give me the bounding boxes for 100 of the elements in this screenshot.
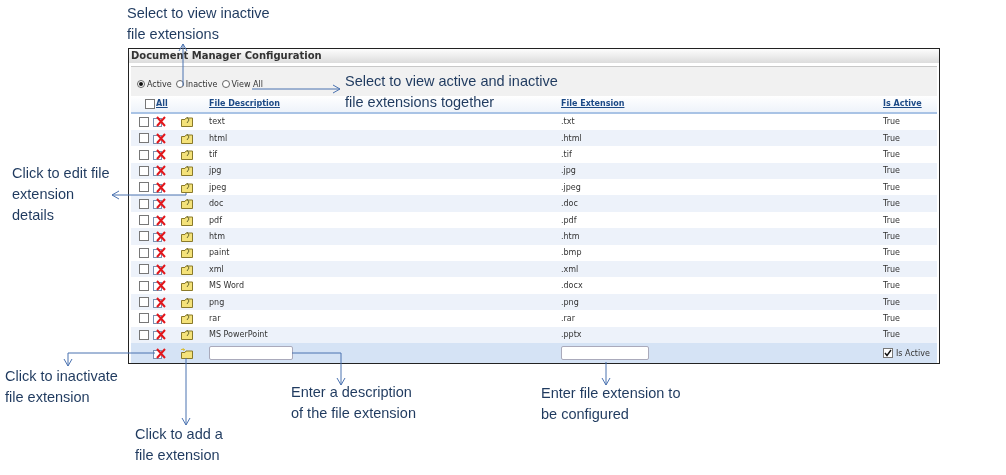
filter-radio[interactable]: Inactive (175, 79, 218, 89)
table-cell-text: True (883, 182, 901, 192)
table-cell-text: True (883, 264, 901, 274)
row-checkbox[interactable] (139, 198, 149, 209)
cross-icon[interactable] (153, 263, 166, 275)
table-cell-text: .txt (561, 117, 576, 127)
cross-icon[interactable] (153, 329, 166, 341)
cross-icon[interactable] (153, 214, 166, 226)
table-cell-text: True (883, 231, 901, 241)
table-cell-text: True (883, 248, 901, 258)
cross-icon[interactable] (153, 280, 166, 292)
row-checkbox[interactable] (139, 149, 149, 160)
table-cell-text: .rar (561, 313, 577, 323)
table-cell-text: True (883, 330, 901, 340)
table-cell-text: png (209, 297, 226, 307)
table-cell-text: text (209, 117, 226, 127)
is-active-checkbox[interactable] (883, 348, 893, 358)
select-all-checkbox[interactable] (145, 98, 155, 109)
folder-icon[interactable] (181, 214, 193, 226)
row-checkbox[interactable] (139, 215, 149, 226)
folder-icon[interactable] (181, 329, 193, 341)
cross-icon[interactable] (153, 230, 166, 242)
row-checkbox[interactable] (139, 297, 149, 307)
row-checkbox[interactable] (139, 133, 149, 144)
table-cell-text: .xml (561, 264, 580, 274)
panel-title: Document Manager Configuration (129, 49, 939, 63)
filter-radio[interactable]: View All (221, 79, 263, 89)
table-cell-text: paint (209, 248, 231, 258)
table-cell-text: .docx (561, 281, 584, 291)
folder-icon[interactable] (181, 132, 193, 144)
callout-text: Click to add a file extension (135, 425, 223, 465)
table-cell-text: True (883, 199, 901, 209)
table-cell-text: .jpg (561, 166, 577, 176)
folder-icon[interactable] (181, 296, 193, 308)
folder-icon[interactable] (181, 312, 193, 324)
folder-icon[interactable] (181, 198, 193, 210)
folder-icon[interactable] (181, 149, 193, 160)
callout-text: Enter file extension to be configured (541, 384, 681, 424)
cross-icon[interactable] (153, 312, 166, 324)
leader-line (291, 352, 346, 386)
table-cell-text: True (883, 166, 901, 176)
extension-input[interactable] (561, 346, 649, 360)
folder-icon[interactable] (181, 280, 193, 292)
table-cell-text: html (209, 133, 229, 143)
folder-icon[interactable] (181, 165, 193, 177)
table-cell-text: .png (561, 297, 580, 307)
table-cell-text: rar (209, 313, 222, 323)
callout-text: Select to view active and inactive file extensions together (345, 72, 558, 112)
row-checkbox[interactable] (139, 329, 149, 340)
row-checkbox[interactable] (139, 280, 149, 291)
table-cell-text: .jpeg (561, 182, 582, 192)
table-cell-text: tif (209, 150, 219, 159)
cross-icon[interactable] (153, 198, 166, 210)
folder-icon[interactable] (181, 181, 193, 193)
callout-text: Click to edit file extension details (12, 164, 110, 225)
cross-icon[interactable] (153, 347, 166, 359)
cross-icon[interactable] (153, 149, 166, 160)
table-cell-text: True (883, 150, 901, 159)
row-checkbox[interactable] (139, 182, 149, 193)
row-checkbox[interactable] (139, 264, 149, 275)
cross-icon[interactable] (153, 116, 166, 128)
table-cell-text: doc (209, 199, 225, 209)
table-cell-text: True (883, 133, 901, 143)
row-checkbox[interactable] (139, 231, 149, 242)
table-cell-text: xml (209, 264, 225, 274)
cross-icon[interactable] (153, 181, 166, 193)
folder-icon[interactable] (181, 116, 193, 128)
filter-radio[interactable]: Active (137, 79, 172, 89)
folder-icon[interactable] (181, 263, 193, 275)
description-input[interactable] (209, 346, 293, 360)
table-cell-text: .tif (561, 150, 573, 159)
cross-icon[interactable] (153, 165, 166, 177)
table-cell-text: True (883, 281, 901, 291)
folder-icon[interactable] (181, 247, 193, 259)
table-cell-text: .bmp (561, 248, 583, 258)
new-folder-icon[interactable] (181, 347, 193, 359)
callout-text: Click to inactivate file extension (5, 367, 118, 407)
leader-line (181, 357, 191, 426)
row-checkbox[interactable] (139, 313, 149, 324)
cross-icon[interactable] (153, 247, 166, 259)
cross-icon[interactable] (153, 296, 166, 308)
table-cell-text: True (883, 297, 901, 307)
column-header[interactable]: File Extension (561, 99, 625, 109)
column-header[interactable]: Is Active (883, 99, 922, 109)
row-checkbox[interactable] (139, 247, 149, 258)
table-cell-text: pdf (209, 215, 224, 225)
table-cell-text: .html (561, 133, 583, 143)
table-cell-text: True (883, 313, 901, 323)
column-header[interactable]: All (156, 99, 168, 109)
row-checkbox[interactable] (139, 165, 149, 176)
cross-icon[interactable] (153, 132, 166, 144)
folder-icon[interactable] (181, 230, 193, 242)
table-cell-text: jpeg (209, 182, 228, 192)
column-header[interactable]: File Description (209, 99, 280, 109)
callout-text: Enter a description of the file extension (291, 383, 416, 423)
table-cell-text: .pdf (561, 215, 578, 225)
leader-line (601, 361, 611, 386)
is-active-label: Is Active (896, 348, 930, 358)
row-checkbox[interactable] (139, 116, 149, 127)
callout-text: Select to view inactive file extensions (127, 4, 270, 44)
